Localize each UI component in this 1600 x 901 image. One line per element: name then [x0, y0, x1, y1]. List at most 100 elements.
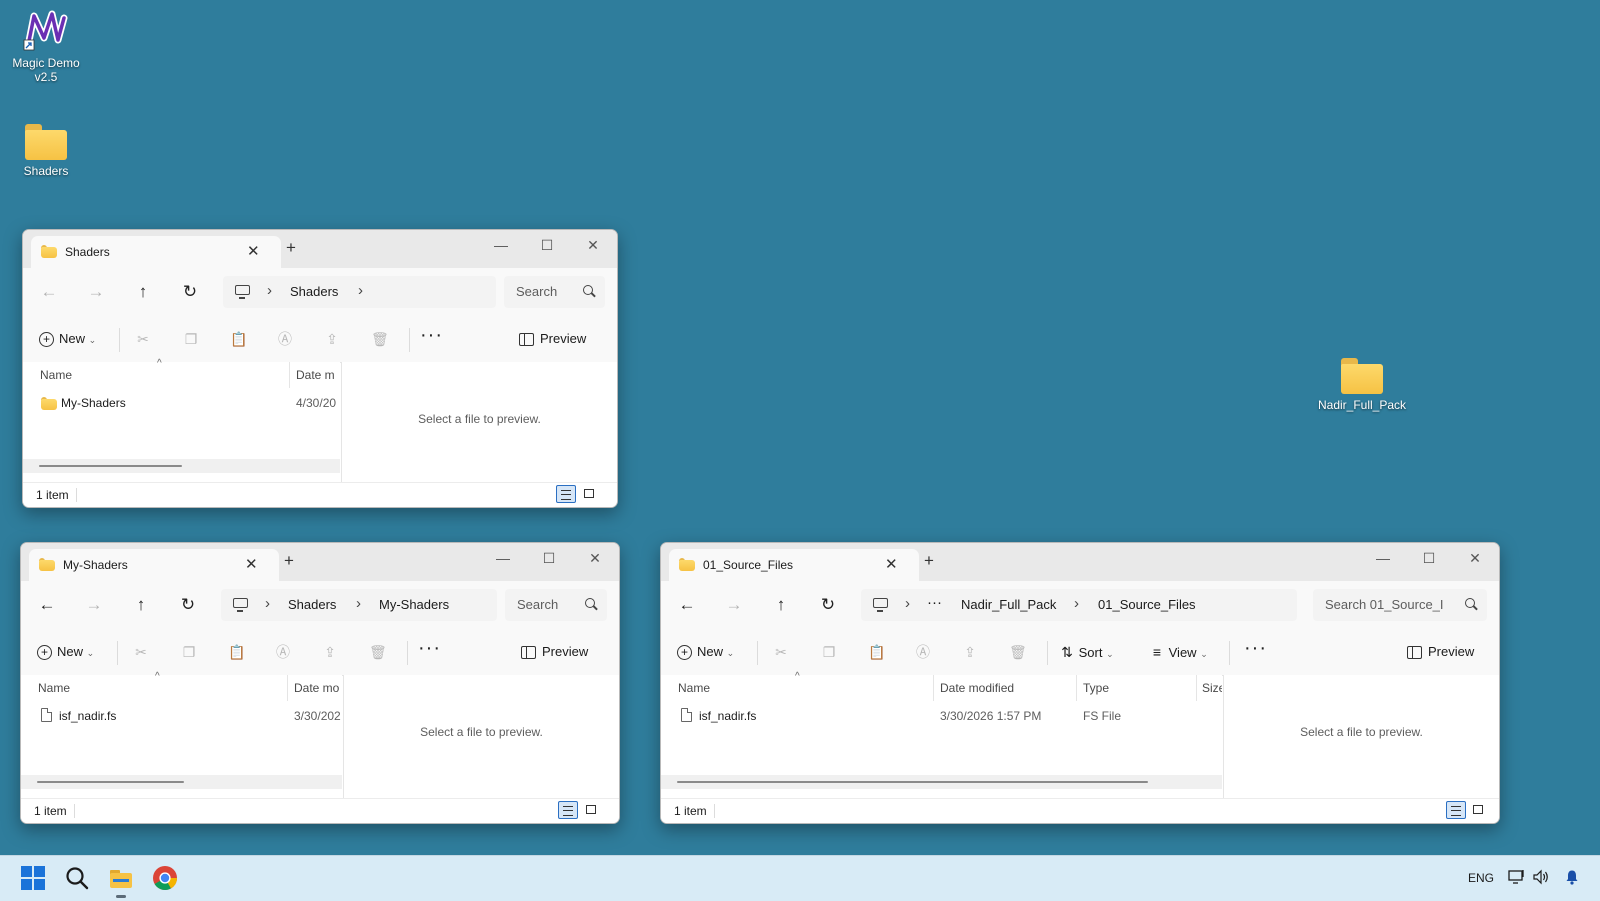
- tab-01-source-files[interactable]: 01_Source_Files ✕: [669, 549, 919, 581]
- more-options-icon[interactable]: ···: [1244, 637, 1267, 660]
- search-input[interactable]: Search: [505, 589, 607, 621]
- minimize-button[interactable]: —: [1363, 547, 1403, 569]
- forward-button[interactable]: →: [82, 279, 110, 305]
- search-input[interactable]: Search 01_Source_I: [1313, 589, 1487, 621]
- copy-button[interactable]: ❐: [181, 640, 197, 664]
- list-item-name[interactable]: isf_nadir.fs: [699, 709, 756, 723]
- breadcrumb-nadir-full-pack[interactable]: Nadir_Full_Pack: [961, 597, 1056, 612]
- close-tab-icon[interactable]: ✕: [885, 555, 898, 573]
- cut-button[interactable]: ✂: [773, 640, 789, 664]
- up-button[interactable]: ↑: [127, 592, 155, 618]
- list-item-name[interactable]: isf_nadir.fs: [59, 709, 116, 723]
- address-bar[interactable]: › Shaders › My-Shaders: [221, 589, 497, 621]
- scrollbar-thumb[interactable]: [677, 781, 1148, 783]
- close-window-button[interactable]: ✕: [575, 547, 615, 569]
- refresh-button[interactable]: ↻: [174, 592, 202, 618]
- refresh-button[interactable]: ↻: [814, 592, 842, 618]
- refresh-button[interactable]: ↻: [176, 279, 204, 305]
- column-header-name[interactable]: Name: [678, 681, 710, 695]
- tab-my-shaders[interactable]: My-Shaders ✕: [29, 549, 279, 581]
- delete-button[interactable]: 🗑: [369, 640, 387, 664]
- forward-button[interactable]: →: [720, 592, 748, 618]
- explorer-window-shaders[interactable]: Shaders ✕ + — ☐ ✕ ← → ↑ ↻ › Shaders › Se…: [22, 229, 618, 508]
- new-tab-button[interactable]: +: [286, 238, 296, 258]
- breadcrumb-shaders[interactable]: Shaders: [288, 597, 336, 612]
- new-button[interactable]: + New ⌄: [37, 640, 94, 664]
- network-icon[interactable]: [1508, 869, 1526, 888]
- back-button[interactable]: ←: [35, 279, 63, 305]
- horizontal-scrollbar[interactable]: [21, 775, 342, 789]
- address-bar[interactable]: › Shaders ›: [223, 276, 496, 308]
- more-options-icon[interactable]: ···: [418, 637, 441, 660]
- desktop-icon-shaders[interactable]: Shaders: [6, 124, 86, 178]
- sort-button[interactable]: ⇅ Sort ⌄: [1059, 640, 1114, 664]
- file-explorer-icon[interactable]: [108, 865, 134, 891]
- minimize-button[interactable]: —: [483, 547, 523, 569]
- details-view-button[interactable]: [1446, 801, 1466, 819]
- cut-button[interactable]: ✂: [135, 327, 151, 351]
- tab-shaders[interactable]: Shaders ✕: [31, 236, 281, 268]
- delete-button[interactable]: 🗑: [1009, 640, 1027, 664]
- minimize-button[interactable]: —: [481, 234, 521, 256]
- up-button[interactable]: ↑: [129, 279, 157, 305]
- more-options-icon[interactable]: ···: [420, 324, 443, 347]
- paste-button[interactable]: 📋: [228, 640, 245, 664]
- address-bar[interactable]: › ··· Nadir_Full_Pack › 01_Source_Files: [861, 589, 1297, 621]
- view-button[interactable]: ≡ View ⌄: [1149, 640, 1208, 664]
- tiles-view-button[interactable]: [580, 485, 600, 503]
- breadcrumb-01-source-files[interactable]: 01_Source_Files: [1098, 597, 1196, 612]
- maximize-button[interactable]: ☐: [529, 547, 569, 569]
- back-button[interactable]: ←: [673, 592, 701, 618]
- tiles-view-button[interactable]: [1469, 801, 1489, 819]
- search-input[interactable]: Search: [504, 276, 605, 308]
- back-button[interactable]: ←: [33, 592, 61, 618]
- column-header-date[interactable]: Date mo: [294, 681, 342, 695]
- breadcrumb-shaders[interactable]: Shaders: [290, 284, 338, 299]
- copy-button[interactable]: ❐: [821, 640, 837, 664]
- share-button[interactable]: ⇪: [962, 640, 978, 664]
- explorer-window-my-shaders[interactable]: My-Shaders ✕ + — ☐ ✕ ← → ↑ ↻ › Shaders ›…: [20, 542, 620, 824]
- close-tab-icon[interactable]: ✕: [247, 242, 260, 260]
- notification-bell-icon[interactable]: [1564, 869, 1580, 888]
- up-button[interactable]: ↑: [767, 592, 795, 618]
- breadcrumb-my-shaders[interactable]: My-Shaders: [379, 597, 449, 612]
- preview-pane-button[interactable]: Preview: [1407, 640, 1474, 664]
- new-tab-button[interactable]: +: [284, 551, 294, 571]
- volume-icon[interactable]: [1532, 869, 1550, 888]
- start-icon[interactable]: [20, 865, 46, 891]
- maximize-button[interactable]: ☐: [527, 234, 567, 256]
- paste-button[interactable]: 📋: [230, 327, 247, 351]
- column-header-name[interactable]: Name: [40, 368, 72, 382]
- paste-button[interactable]: 📋: [868, 640, 885, 664]
- preview-pane-button[interactable]: Preview: [521, 640, 588, 664]
- close-tab-icon[interactable]: ✕: [245, 555, 258, 573]
- rename-button[interactable]: Ⓐ: [915, 640, 931, 664]
- scrollbar-thumb[interactable]: [39, 465, 182, 467]
- details-view-button[interactable]: [556, 485, 576, 503]
- chrome-icon[interactable]: [152, 865, 178, 891]
- column-header-date[interactable]: Date modified: [940, 681, 1014, 695]
- new-button[interactable]: + New ⌄: [39, 327, 96, 351]
- breadcrumb-overflow-icon[interactable]: ···: [927, 594, 942, 611]
- new-tab-button[interactable]: +: [924, 551, 934, 571]
- tiles-view-button[interactable]: [582, 801, 602, 819]
- search-icon[interactable]: [64, 865, 90, 891]
- new-button[interactable]: + New ⌄: [677, 640, 734, 664]
- list-item-name[interactable]: My-Shaders: [61, 396, 126, 410]
- horizontal-scrollbar[interactable]: [23, 459, 340, 473]
- details-view-button[interactable]: [558, 801, 578, 819]
- column-header-type[interactable]: Type: [1083, 681, 1109, 695]
- preview-pane-button[interactable]: Preview: [519, 327, 586, 351]
- share-button[interactable]: ⇪: [322, 640, 338, 664]
- forward-button[interactable]: →: [80, 592, 108, 618]
- close-window-button[interactable]: ✕: [573, 234, 613, 256]
- desktop-icon-magic-demo[interactable]: Magic Demo v2.5: [6, 10, 86, 84]
- close-window-button[interactable]: ✕: [1455, 547, 1495, 569]
- maximize-button[interactable]: ☐: [1409, 547, 1449, 569]
- column-header-name[interactable]: Name: [38, 681, 70, 695]
- column-header-size[interactable]: Size: [1202, 681, 1222, 695]
- explorer-window-01-source-files[interactable]: 01_Source_Files ✕ + — ☐ ✕ ← → ↑ ↻ › ··· …: [660, 542, 1500, 824]
- rename-button[interactable]: Ⓐ: [277, 327, 293, 351]
- scrollbar-thumb[interactable]: [37, 781, 184, 783]
- horizontal-scrollbar[interactable]: [661, 775, 1222, 789]
